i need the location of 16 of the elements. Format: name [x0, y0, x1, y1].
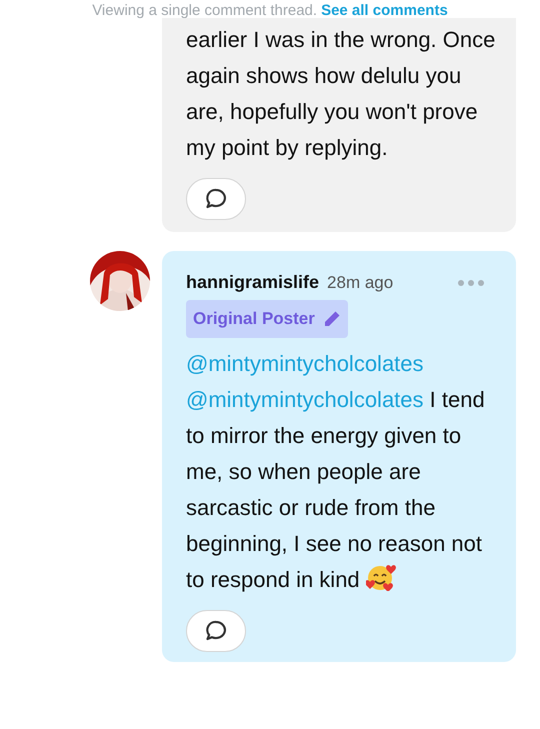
smiling-face-with-hearts-icon — [366, 562, 396, 590]
thread-notice: Viewing a single comment thread. — [92, 3, 318, 18]
comment-text: earlier I was in the wrong. Once again shows how delulu you are, hopefully you won't prove my point by replying. — [186, 26, 496, 162]
pencil-icon — [322, 310, 341, 328]
mention-link[interactable]: @mintymintycholcolates — [186, 350, 424, 376]
see-all-comments-link[interactable]: See all comments — [321, 3, 448, 18]
more-icon — [458, 280, 484, 286]
speech-bubble-icon — [204, 618, 228, 642]
mention-link[interactable]: @mintymintycholcolates — [186, 386, 424, 412]
reply-button[interactable] — [186, 178, 246, 220]
original-poster-badge: Original Poster — [186, 300, 348, 338]
timestamp: 28m ago — [327, 272, 394, 294]
speech-bubble-icon — [204, 187, 228, 211]
reply-button[interactable] — [186, 610, 246, 652]
comment-text: @mintymintycholcolates @mintymintycholcolates I tend to mirror the energy given to me, so when people are sarcastic or rude from the beginning, I see no reason not to respond in kind — [186, 350, 486, 594]
username: hannigramislife — [186, 271, 320, 294]
